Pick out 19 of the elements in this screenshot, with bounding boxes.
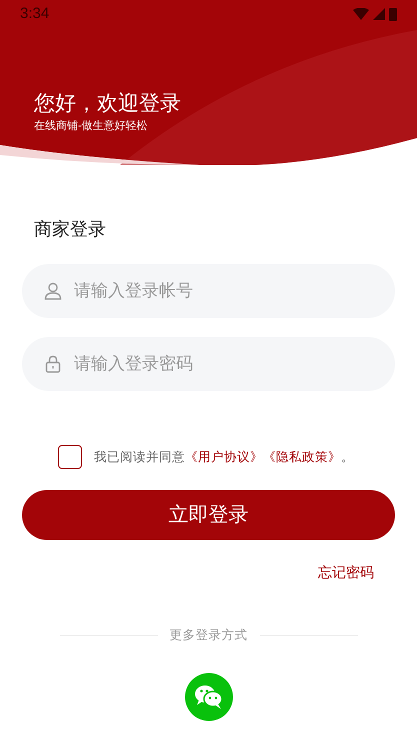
- chat-bubbles-icon: [194, 684, 224, 710]
- form-heading: 商家登录: [33, 218, 106, 241]
- agreement-checkbox[interactable]: [58, 445, 82, 469]
- forgot-password-link[interactable]: 忘记密码: [318, 562, 374, 582]
- welcome-subtitle: 在线商铺-做生意好轻松: [34, 118, 148, 134]
- policy-link[interactable]: 《隐私政策》: [263, 450, 341, 464]
- signal-icon: [373, 8, 385, 20]
- more-login-label: 更多登录方式: [170, 627, 248, 644]
- policy-link[interactable]: 《用户协议》: [185, 450, 263, 464]
- welcome-title: 您好，欢迎登录: [34, 91, 181, 117]
- agreement-text: 我已阅读并同意《用户协议》《隐私政策》。: [94, 448, 354, 466]
- user-icon: [44, 282, 62, 300]
- input-field[interactable]: 请输入登录密码: [22, 337, 395, 391]
- wifi-icon: [353, 8, 369, 20]
- input-field[interactable]: 请输入登录帐号: [22, 264, 395, 318]
- battery-icon: [389, 7, 397, 21]
- lock-icon: [44, 355, 62, 373]
- status-time: 3:34: [20, 4, 50, 24]
- login-button[interactable]: 立即登录: [22, 490, 395, 540]
